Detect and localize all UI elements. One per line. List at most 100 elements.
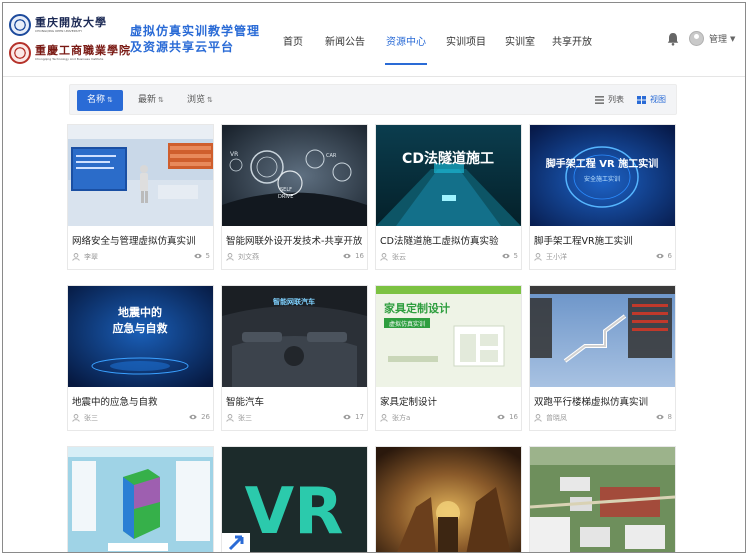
nav-training-projects[interactable]: 实训项目 [445, 3, 487, 77]
user-icon [380, 414, 388, 422]
card-author: 李翠 [72, 252, 98, 262]
card-title[interactable]: 双跑平行楼梯虚拟仿真实训 [534, 394, 674, 408]
resource-card[interactable]: 地震中的 应急与自救 地震中的应急与自救 张三 26 [67, 285, 214, 431]
card-title[interactable]: 智能网联外设开发技术-共享开放 [226, 233, 366, 247]
sort-by-views-button[interactable]: 浏览 ⇅ [177, 90, 223, 111]
card-title[interactable]: 智能汽车 [226, 394, 366, 408]
card-meta: 张云 5 [380, 252, 520, 262]
sort-arrows-icon: ⇅ [207, 96, 213, 104]
card-title[interactable]: 地震中的应急与自救 [72, 394, 212, 408]
card-views: 6 [655, 252, 672, 260]
eye-icon [189, 414, 197, 420]
logo-block[interactable]: 重庆開放大學 CHONGQING OPEN UNIVERSITY 重慶工商職業學… [9, 13, 130, 67]
thumb-text: DRIVE [278, 194, 293, 200]
platform-title-line2: 及资源共享云平台 [130, 40, 235, 54]
card-views-count: 5 [205, 252, 210, 260]
user-menu[interactable]: 管理 ▼ [689, 31, 735, 46]
card-views: 17 [343, 413, 364, 421]
card-author-name: 李翠 [84, 253, 98, 261]
thumb-text: 应急与自救 [113, 321, 168, 335]
card-author-name: 刘文燕 [238, 253, 259, 261]
card-meta: 王小洋 6 [534, 252, 674, 262]
sort-by-name-button[interactable]: 名称 ⇅ [77, 90, 123, 111]
thumb-text: VR [230, 151, 238, 158]
grid-view-toggle[interactable]: 视图 [637, 94, 666, 105]
eye-icon [343, 253, 351, 259]
card-title[interactable]: 网络安全与管理虚拟仿真实训 [72, 233, 212, 247]
grid-icon [637, 95, 646, 104]
nav-home[interactable]: 首页 [282, 3, 304, 77]
sort-name-label: 名称 [87, 95, 106, 105]
card-meta: 张方a 16 [380, 413, 520, 423]
eye-icon [497, 414, 505, 420]
sort-by-latest-button[interactable]: 最新 ⇅ [128, 90, 174, 111]
thumb-text: SELF [280, 187, 292, 193]
list-view-toggle[interactable]: 列表 [595, 94, 624, 105]
user-icon [534, 414, 542, 422]
card-meta: 曾晓凤 8 [534, 413, 674, 423]
resource-card[interactable] [529, 446, 676, 552]
card-thumbnail: 脚手架工程 VR 施工实训 安全施工实训 [530, 125, 675, 226]
card-views: 16 [497, 413, 518, 421]
card-author-name: 王小洋 [546, 253, 567, 261]
resource-card[interactable]: 家具定制设计 虚拟仿真实训 家具定制设计 张方a 16 [375, 285, 522, 431]
card-thumbnail: CD法隧道施工 [376, 125, 521, 226]
sort-arrows-icon: ⇅ [158, 96, 164, 104]
card-thumbnail [68, 125, 213, 226]
card-author: 王小洋 [534, 252, 567, 262]
card-author-name: 曾晓凤 [546, 414, 567, 422]
card-views: 5 [193, 252, 210, 260]
card-thumbnail [530, 447, 675, 552]
nav-training-room[interactable]: 实训室 [505, 3, 535, 77]
card-views: 26 [189, 413, 210, 421]
college-logo: 重慶工商職業學院 Chongqing Technology And Busine… [9, 41, 130, 65]
resource-card[interactable]: 网络安全与管理虚拟仿真实训 李翠 5 [67, 124, 214, 270]
card-author: 张云 [380, 252, 406, 262]
card-author: 张三 [72, 413, 98, 423]
card-author: 张方a [380, 413, 410, 423]
eye-icon [655, 253, 664, 259]
card-views-count: 26 [201, 413, 210, 421]
college-emblem-icon [9, 42, 31, 64]
bell-icon[interactable] [667, 32, 679, 46]
platform-title: 虚拟仿真实训教学管理 及资源共享云平台 [130, 23, 260, 55]
card-author-name: 张三 [84, 414, 98, 422]
university-name-en: CHONGQING OPEN UNIVERSITY [35, 29, 83, 33]
main-nav: 首页 新闻公告 资源中心 实训项目 实训室 共享开放 [273, 3, 593, 77]
card-meta: 张三 17 [226, 413, 366, 423]
resource-card[interactable]: CD法隧道施工 CD法隧道施工虚拟仿真实验 张云 5 [375, 124, 522, 270]
card-views: 8 [655, 413, 672, 421]
sort-views-label: 浏览 [187, 95, 206, 105]
thumb-text: 智能网联汽车 [273, 297, 315, 306]
thumb-text: CD法隧道施工 [402, 150, 494, 167]
user-icon [226, 253, 234, 261]
university-name: 重庆開放大學 [35, 16, 107, 29]
card-title[interactable]: CD法隧道施工虚拟仿真实验 [380, 233, 520, 247]
resource-card[interactable]: VR SELF DRIVE CAR 智能网联外设开发技术-共享开放 刘文燕 16 [221, 124, 368, 270]
nav-news[interactable]: 新闻公告 [324, 3, 366, 77]
resource-card[interactable] [375, 446, 522, 552]
list-icon [595, 95, 604, 104]
card-views-count: 8 [667, 413, 672, 421]
sort-arrows-icon: ⇅ [107, 96, 113, 104]
card-title[interactable]: 家具定制设计 [380, 394, 520, 408]
card-author: 曾晓凤 [534, 413, 567, 423]
resource-card[interactable]: 脚手架工程 VR 施工实训 安全施工实训 脚手架工程VR施工实训 王小洋 6 [529, 124, 676, 270]
card-thumbnail [68, 447, 213, 552]
nav-open-sharing[interactable]: 共享开放 [551, 3, 593, 77]
card-views-count: 16 [509, 413, 518, 421]
card-title[interactable]: 脚手架工程VR施工实训 [534, 233, 674, 247]
resource-card[interactable]: VR [221, 446, 368, 552]
eye-icon [655, 414, 664, 420]
nav-resource-center[interactable]: 资源中心 [385, 3, 427, 77]
user-name: 管理 [709, 35, 728, 45]
card-views: 5 [501, 252, 518, 260]
resource-card[interactable]: 双跑平行楼梯虚拟仿真实训 曾晓凤 8 [529, 285, 676, 431]
caret-down-icon: ▼ [730, 34, 736, 43]
eye-icon [501, 253, 510, 259]
resource-card[interactable] [67, 446, 214, 552]
university-emblem-icon [9, 14, 31, 36]
card-author-name: 张云 [392, 253, 406, 261]
resource-card[interactable]: 智能网联汽车 智能汽车 张三 17 [221, 285, 368, 431]
card-thumbnail [530, 286, 675, 387]
